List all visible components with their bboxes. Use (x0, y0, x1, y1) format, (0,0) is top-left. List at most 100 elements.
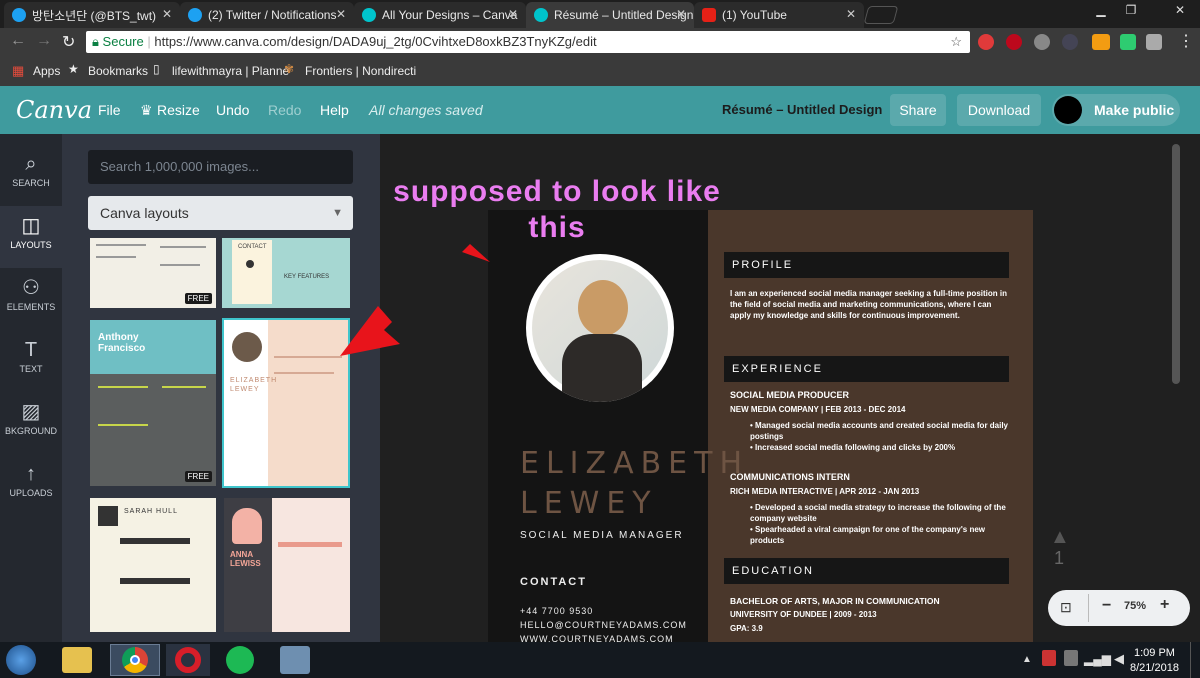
bookmark-bookmarks[interactable]: Bookmarks (88, 64, 148, 78)
resume-role[interactable]: SOCIAL MEDIA MANAGER (520, 530, 684, 541)
control-panel-icon[interactable] (280, 646, 310, 674)
tray-icon[interactable] (1042, 650, 1056, 666)
zoom-in-button[interactable]: + (1160, 596, 1169, 614)
undo-button[interactable]: Undo (216, 86, 249, 134)
job1-company[interactable]: NEW MEDIA COMPANY | FEB 2013 - DEC 2014 (730, 405, 905, 414)
taskbar-item-chrome[interactable] (110, 644, 160, 676)
tray-expand-icon[interactable]: ▲ (1022, 654, 1032, 665)
image-search-input[interactable]: Search 1,000,000 images... (88, 150, 353, 184)
present-icon[interactable]: ⊡ (1060, 599, 1072, 616)
file-menu[interactable]: File (98, 86, 121, 134)
contact-phone[interactable]: +44 7700 9530 (520, 606, 593, 616)
globe-icon[interactable] (1034, 34, 1050, 50)
profile-text[interactable]: I am an experienced social media manager… (730, 288, 1010, 321)
tab-bts[interactable]: 방탄소년단 (@BTS_twt) ✕ (4, 2, 180, 28)
profile-heading[interactable]: PROFILE (724, 252, 1009, 278)
close-tab-icon[interactable]: ✕ (846, 7, 856, 21)
layout-template-sarah[interactable]: SARAH HULL (90, 498, 216, 632)
clock-time[interactable]: 1:09 PM (1134, 647, 1175, 659)
job1-bullets[interactable]: • Managed social media accounts and crea… (750, 420, 1008, 453)
tab-resume[interactable]: Résumé – Untitled Design ✕ (526, 2, 694, 28)
job2-title[interactable]: COMMUNICATIONS INTERN (730, 472, 850, 482)
close-tab-icon[interactable]: ✕ (508, 7, 518, 21)
bookmark-apps[interactable]: Apps (33, 64, 60, 78)
red-arrow-annotation (340, 244, 490, 356)
sidebar-item-text[interactable]: T TEXT (0, 330, 62, 392)
spotify-icon[interactable] (226, 646, 254, 674)
resize-button[interactable]: Resize (157, 86, 200, 134)
coupon-extension-icon[interactable] (1092, 34, 1110, 50)
canva-logo[interactable]: Canva (16, 86, 92, 134)
profile-photo[interactable] (526, 254, 674, 402)
network-icon[interactable]: ▂▄▆ (1084, 652, 1111, 666)
share-button[interactable]: Share (890, 94, 946, 126)
close-tab-icon[interactable]: ✕ (336, 7, 346, 21)
reload-icon[interactable]: ↻ (62, 32, 75, 52)
layout-template-1[interactable]: FREE (90, 238, 216, 308)
file-explorer-icon[interactable] (62, 647, 92, 673)
pinterest-icon[interactable] (1006, 34, 1022, 50)
forward-icon[interactable]: → (36, 32, 52, 50)
layout-template-anna[interactable]: ANNA LEWISS (224, 498, 350, 632)
back-icon[interactable]: ← (10, 32, 26, 50)
tab-twitter-notifications[interactable]: (2) Twitter / Notifications ✕ (180, 2, 354, 28)
redo-button[interactable]: Redo (268, 86, 301, 134)
extension-icon[interactable] (1120, 34, 1136, 50)
zoom-level[interactable]: 75% (1124, 600, 1146, 612)
bookmarks-bar: ▦ Apps ★ Bookmarks ▯ lifewithmayra | Pla… (0, 56, 1200, 86)
tab-all-designs[interactable]: All Your Designs – Canva ✕ (354, 2, 526, 28)
contact-website[interactable]: WWW.COURTNEYADAMS.COM (520, 634, 674, 642)
address-bar: ← → ↻ 🔒︎ Secure | https://www.canva.com/… (0, 28, 1200, 56)
sidebar-item-layouts[interactable]: ◫ LAYOUTS (0, 206, 62, 268)
close-tab-icon[interactable]: ✕ (162, 7, 172, 21)
new-tab-button[interactable] (863, 6, 899, 24)
clock-date[interactable]: 8/21/2018 (1130, 662, 1179, 674)
show-desktop-button[interactable] (1190, 642, 1200, 678)
url-field[interactable]: 🔒︎ Secure | https://www.canva.com/design… (86, 31, 970, 53)
sidebar-item-background[interactable]: ▨ BKGROUND (0, 392, 62, 454)
extension-icon[interactable] (1062, 34, 1078, 50)
job2-bullets[interactable]: • Developed a social media strategy to i… (750, 502, 1008, 546)
education-gpa[interactable]: GPA: 3.9 (730, 624, 763, 633)
layout-template-anthony[interactable]: Anthony Francisco FREE (90, 320, 216, 486)
sidebar-item-elements[interactable]: ⚇ ELEMENTS (0, 268, 62, 330)
help-button[interactable]: Help (320, 86, 349, 134)
job1-title[interactable]: SOCIAL MEDIA PRODUCER (730, 390, 849, 400)
maximize-button[interactable]: ❐ (1118, 0, 1144, 20)
start-button[interactable] (6, 645, 36, 675)
close-window-button[interactable]: ✕ (1160, 0, 1200, 20)
volume-icon[interactable]: ◀ (1114, 651, 1124, 667)
education-heading[interactable]: EDUCATION (724, 558, 1009, 584)
taskbar-item-opera[interactable] (166, 644, 210, 676)
minimize-button[interactable]: ▁ (1088, 0, 1114, 20)
zoom-out-button[interactable]: − (1102, 597, 1111, 615)
job2-company[interactable]: RICH MEDIA INTERACTIVE | APR 2012 - JAN … (730, 487, 919, 496)
extension-icon[interactable] (978, 34, 994, 50)
document-title[interactable]: Résumé – Untitled Design (722, 86, 882, 134)
sidebar-item-search[interactable]: ⌕ SEARCH (0, 144, 62, 206)
sidebar-item-uploads[interactable]: ↑ UPLOADS (0, 454, 62, 516)
make-public-button[interactable]: Make public (1052, 94, 1180, 126)
education-school[interactable]: UNIVERSITY OF DUNDEE | 2009 - 2013 (730, 610, 877, 619)
experience-heading[interactable]: EXPERIENCE (724, 356, 1009, 382)
contact-heading[interactable]: CONTACT (520, 576, 587, 588)
tab-youtube[interactable]: (1) YouTube ✕ (694, 2, 864, 28)
layouts-dropdown[interactable]: Canva layouts ▼ (88, 196, 353, 230)
tray-icon[interactable] (1064, 650, 1078, 666)
layout-template-elizabeth-selected[interactable]: ELIZABETH LEWEY (222, 318, 350, 488)
bookmark-star-icon[interactable]: ☆ (950, 31, 962, 53)
layout-template-2[interactable]: CONTACT KEY FEATURES (222, 238, 350, 308)
bookmark-frontiers[interactable]: Frontiers | Nondirecti (305, 64, 416, 78)
contact-email[interactable]: HELLO@COURTNEYADAMS.COM (520, 620, 687, 630)
extension-icon[interactable] (1146, 34, 1162, 50)
menu-icon[interactable]: ⋮ (1178, 31, 1194, 51)
resume-first-name[interactable]: ELIZABETH (520, 446, 749, 481)
bookmark-lifewithmayra[interactable]: lifewithmayra | Planne (172, 64, 289, 78)
page-arrow-up-icon[interactable]: ▲ (1050, 526, 1070, 549)
download-button[interactable]: Download (957, 94, 1041, 126)
vertical-scrollbar[interactable] (1172, 144, 1180, 384)
resume-last-name[interactable]: LEWEY (520, 486, 658, 521)
resume-page[interactable]: ELIZABETH LEWEY SOCIAL MEDIA MANAGER CON… (488, 210, 1033, 642)
close-tab-icon[interactable]: ✕ (676, 7, 686, 21)
education-degree[interactable]: BACHELOR OF ARTS, MAJOR IN COMMUNICATION (730, 596, 940, 606)
